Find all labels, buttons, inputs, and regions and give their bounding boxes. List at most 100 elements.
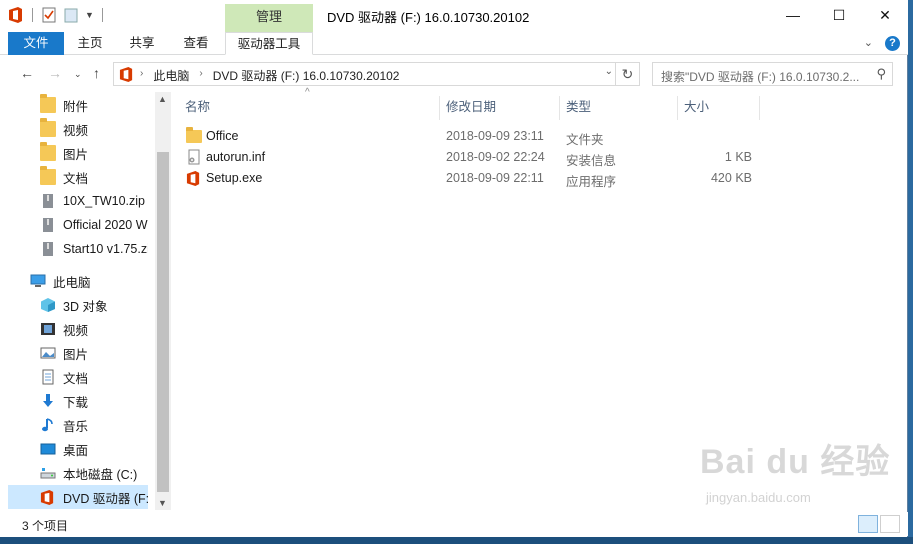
cube-icon	[40, 297, 56, 313]
column-header-date[interactable]: 修改日期	[446, 96, 556, 120]
refresh-icon[interactable]: ↻	[615, 63, 639, 85]
recent-locations-icon[interactable]: ⌄	[74, 69, 82, 80]
up-arrow-icon[interactable]: ↑	[93, 65, 100, 81]
office-icon	[119, 66, 134, 83]
ribbon-tabs: 文件 主页 共享 查看 驱动器工具 ⌄ ?	[0, 32, 908, 55]
item-count: 3 个项目	[22, 519, 69, 533]
nav-item-label: 文档	[63, 171, 89, 186]
nav-item-label: 10X_TW10.zip	[63, 194, 145, 208]
tab-view[interactable]: 查看	[172, 32, 220, 55]
details-view-icon[interactable]	[858, 515, 878, 533]
properties-icon[interactable]	[41, 6, 57, 24]
nav-item-zip-official[interactable]: Official 2020 W	[40, 213, 148, 237]
nav-item-label: Start10 v1.75.zi	[63, 242, 148, 256]
context-tab-manage: 管理	[225, 4, 313, 32]
nav-item-zip-10x[interactable]: 10X_TW10.zip	[40, 189, 148, 213]
nav-item-label: 音乐	[63, 419, 89, 434]
chevron-right-icon[interactable]: ›	[199, 67, 202, 84]
nav-item-label: 图片	[63, 147, 89, 162]
tab-file[interactable]: 文件	[8, 32, 64, 55]
file-size: 1 KB	[724, 150, 752, 164]
scrollbar-thumb[interactable]	[157, 152, 169, 492]
office-icon[interactable]	[8, 6, 24, 24]
nav-item-label: 3D 对象	[63, 299, 108, 314]
address-bar[interactable]: › 此电脑 › DVD 驱动器 (F:) 16.0.10730.20102 ⌄ …	[113, 62, 640, 86]
navigation-pane: 附件 视频 图片 文档 10X_TW10.zip Official 2020 W…	[8, 92, 171, 510]
file-type: 安装信息	[566, 154, 617, 168]
nav-item-label: DVD 驱动器 (F:)	[63, 491, 148, 506]
back-arrow-icon[interactable]: ←	[20, 65, 34, 81]
nav-item-label: 文档	[63, 371, 89, 386]
breadcrumb: › 此电脑 › DVD 驱动器 (F:) 16.0.10730.20102	[140, 67, 399, 84]
folder-icon	[40, 142, 56, 161]
tab-share[interactable]: 共享	[118, 32, 166, 55]
tab-home[interactable]: 主页	[66, 32, 114, 55]
settings-file-icon	[186, 149, 202, 165]
column-divider[interactable]	[759, 96, 760, 120]
watermark-url: jingyan.baidu.com	[706, 490, 811, 505]
table-row[interactable]: Office 2018-09-09 23:11 文件夹	[180, 126, 760, 147]
nav-item-label: 视频	[63, 323, 89, 338]
maximize-button[interactable]: ☐	[816, 0, 862, 30]
file-name: Setup.exe	[206, 171, 263, 185]
table-row[interactable]: Setup.exe 2018-09-09 22:11 应用程序 420 KB	[180, 168, 760, 189]
nav-item-label: Official 2020 W	[63, 218, 148, 232]
explorer-window: ▼ 管理 DVD 驱动器 (F:) 16.0.10730.20102 — ☐ ✕…	[0, 0, 908, 537]
nav-item-label: 附件	[63, 99, 89, 114]
file-type: 应用程序	[566, 175, 617, 189]
breadcrumb-dvd-drive[interactable]: DVD 驱动器 (F:) 16.0.10730.20102	[213, 67, 400, 84]
file-type: 文件夹	[566, 133, 604, 147]
file-date: 2018-09-02 22:24	[446, 150, 545, 164]
table-row[interactable]: autorun.inf 2018-09-02 22:24 安装信息 1 KB	[180, 147, 760, 168]
folder-icon	[40, 166, 56, 185]
search-icon[interactable]: ⚲	[876, 66, 886, 82]
new-folder-icon[interactable]	[63, 6, 79, 24]
nav-scrollbar[interactable]: ▲ ▼	[155, 92, 171, 510]
chevron-right-icon[interactable]: ›	[140, 67, 143, 84]
column-header-name[interactable]: 名称	[185, 96, 435, 120]
help-icon[interactable]: ?	[885, 36, 900, 51]
file-list: ^ 名称 修改日期 类型 大小 Office 2018-09-09 23:11 …	[172, 87, 906, 510]
status-bar: 3 个项目	[0, 512, 908, 536]
office-icon	[186, 170, 202, 186]
close-button[interactable]: ✕	[862, 0, 908, 30]
nav-item-label: 视频	[63, 123, 89, 138]
pc-icon	[30, 273, 46, 289]
folder-icon	[40, 118, 56, 137]
forward-arrow-icon[interactable]: →	[48, 65, 62, 81]
title-bar: ▼ 管理 DVD 驱动器 (F:) 16.0.10730.20102 — ☐ ✕	[0, 0, 908, 32]
nav-item-dvd-drive[interactable]: DVD 驱动器 (F:)	[8, 485, 148, 509]
expand-ribbon-icon[interactable]: ⌄	[864, 36, 873, 51]
breadcrumb-this-pc[interactable]: 此电脑	[153, 67, 189, 84]
search-input[interactable]: 搜索"DVD 驱动器 (F:) 16.0.10730.2...	[661, 68, 869, 85]
tab-drive-tools[interactable]: 驱动器工具	[225, 32, 313, 55]
scroll-up-icon[interactable]: ▲	[158, 94, 167, 104]
nav-item-label: 本地磁盘 (C:)	[63, 467, 138, 482]
desktop-background	[0, 537, 913, 544]
customize-qat-icon[interactable]: ▼	[85, 10, 94, 20]
file-name: autorun.inf	[206, 150, 266, 164]
scroll-down-icon[interactable]: ▼	[158, 498, 167, 508]
office-icon	[40, 489, 56, 505]
picture-icon	[40, 345, 56, 361]
folder-icon	[186, 127, 202, 143]
column-header-size[interactable]: 大小	[684, 96, 754, 120]
window-controls: — ☐ ✕	[770, 0, 908, 30]
column-divider[interactable]	[559, 96, 560, 120]
video-icon	[40, 321, 56, 337]
nav-item-label: 此电脑	[53, 275, 91, 290]
download-icon	[40, 393, 56, 409]
column-header-type[interactable]: 类型	[566, 96, 666, 120]
nav-item-zip-start10[interactable]: Start10 v1.75.zi	[40, 237, 148, 261]
minimize-button[interactable]: —	[770, 0, 816, 30]
column-divider[interactable]	[677, 96, 678, 120]
column-divider[interactable]	[439, 96, 440, 120]
toolbar-separator	[101, 8, 103, 22]
search-box[interactable]: 搜索"DVD 驱动器 (F:) 16.0.10730.2... ⚲	[652, 62, 893, 86]
large-icons-view-icon[interactable]	[880, 515, 900, 533]
chevron-down-icon[interactable]: ⌄	[605, 66, 613, 77]
window-title: DVD 驱动器 (F:) 16.0.10730.20102	[327, 10, 530, 25]
view-switcher	[858, 515, 900, 533]
zip-icon	[40, 241, 56, 257]
nav-item-this-pc[interactable]: 此电脑	[30, 269, 170, 293]
